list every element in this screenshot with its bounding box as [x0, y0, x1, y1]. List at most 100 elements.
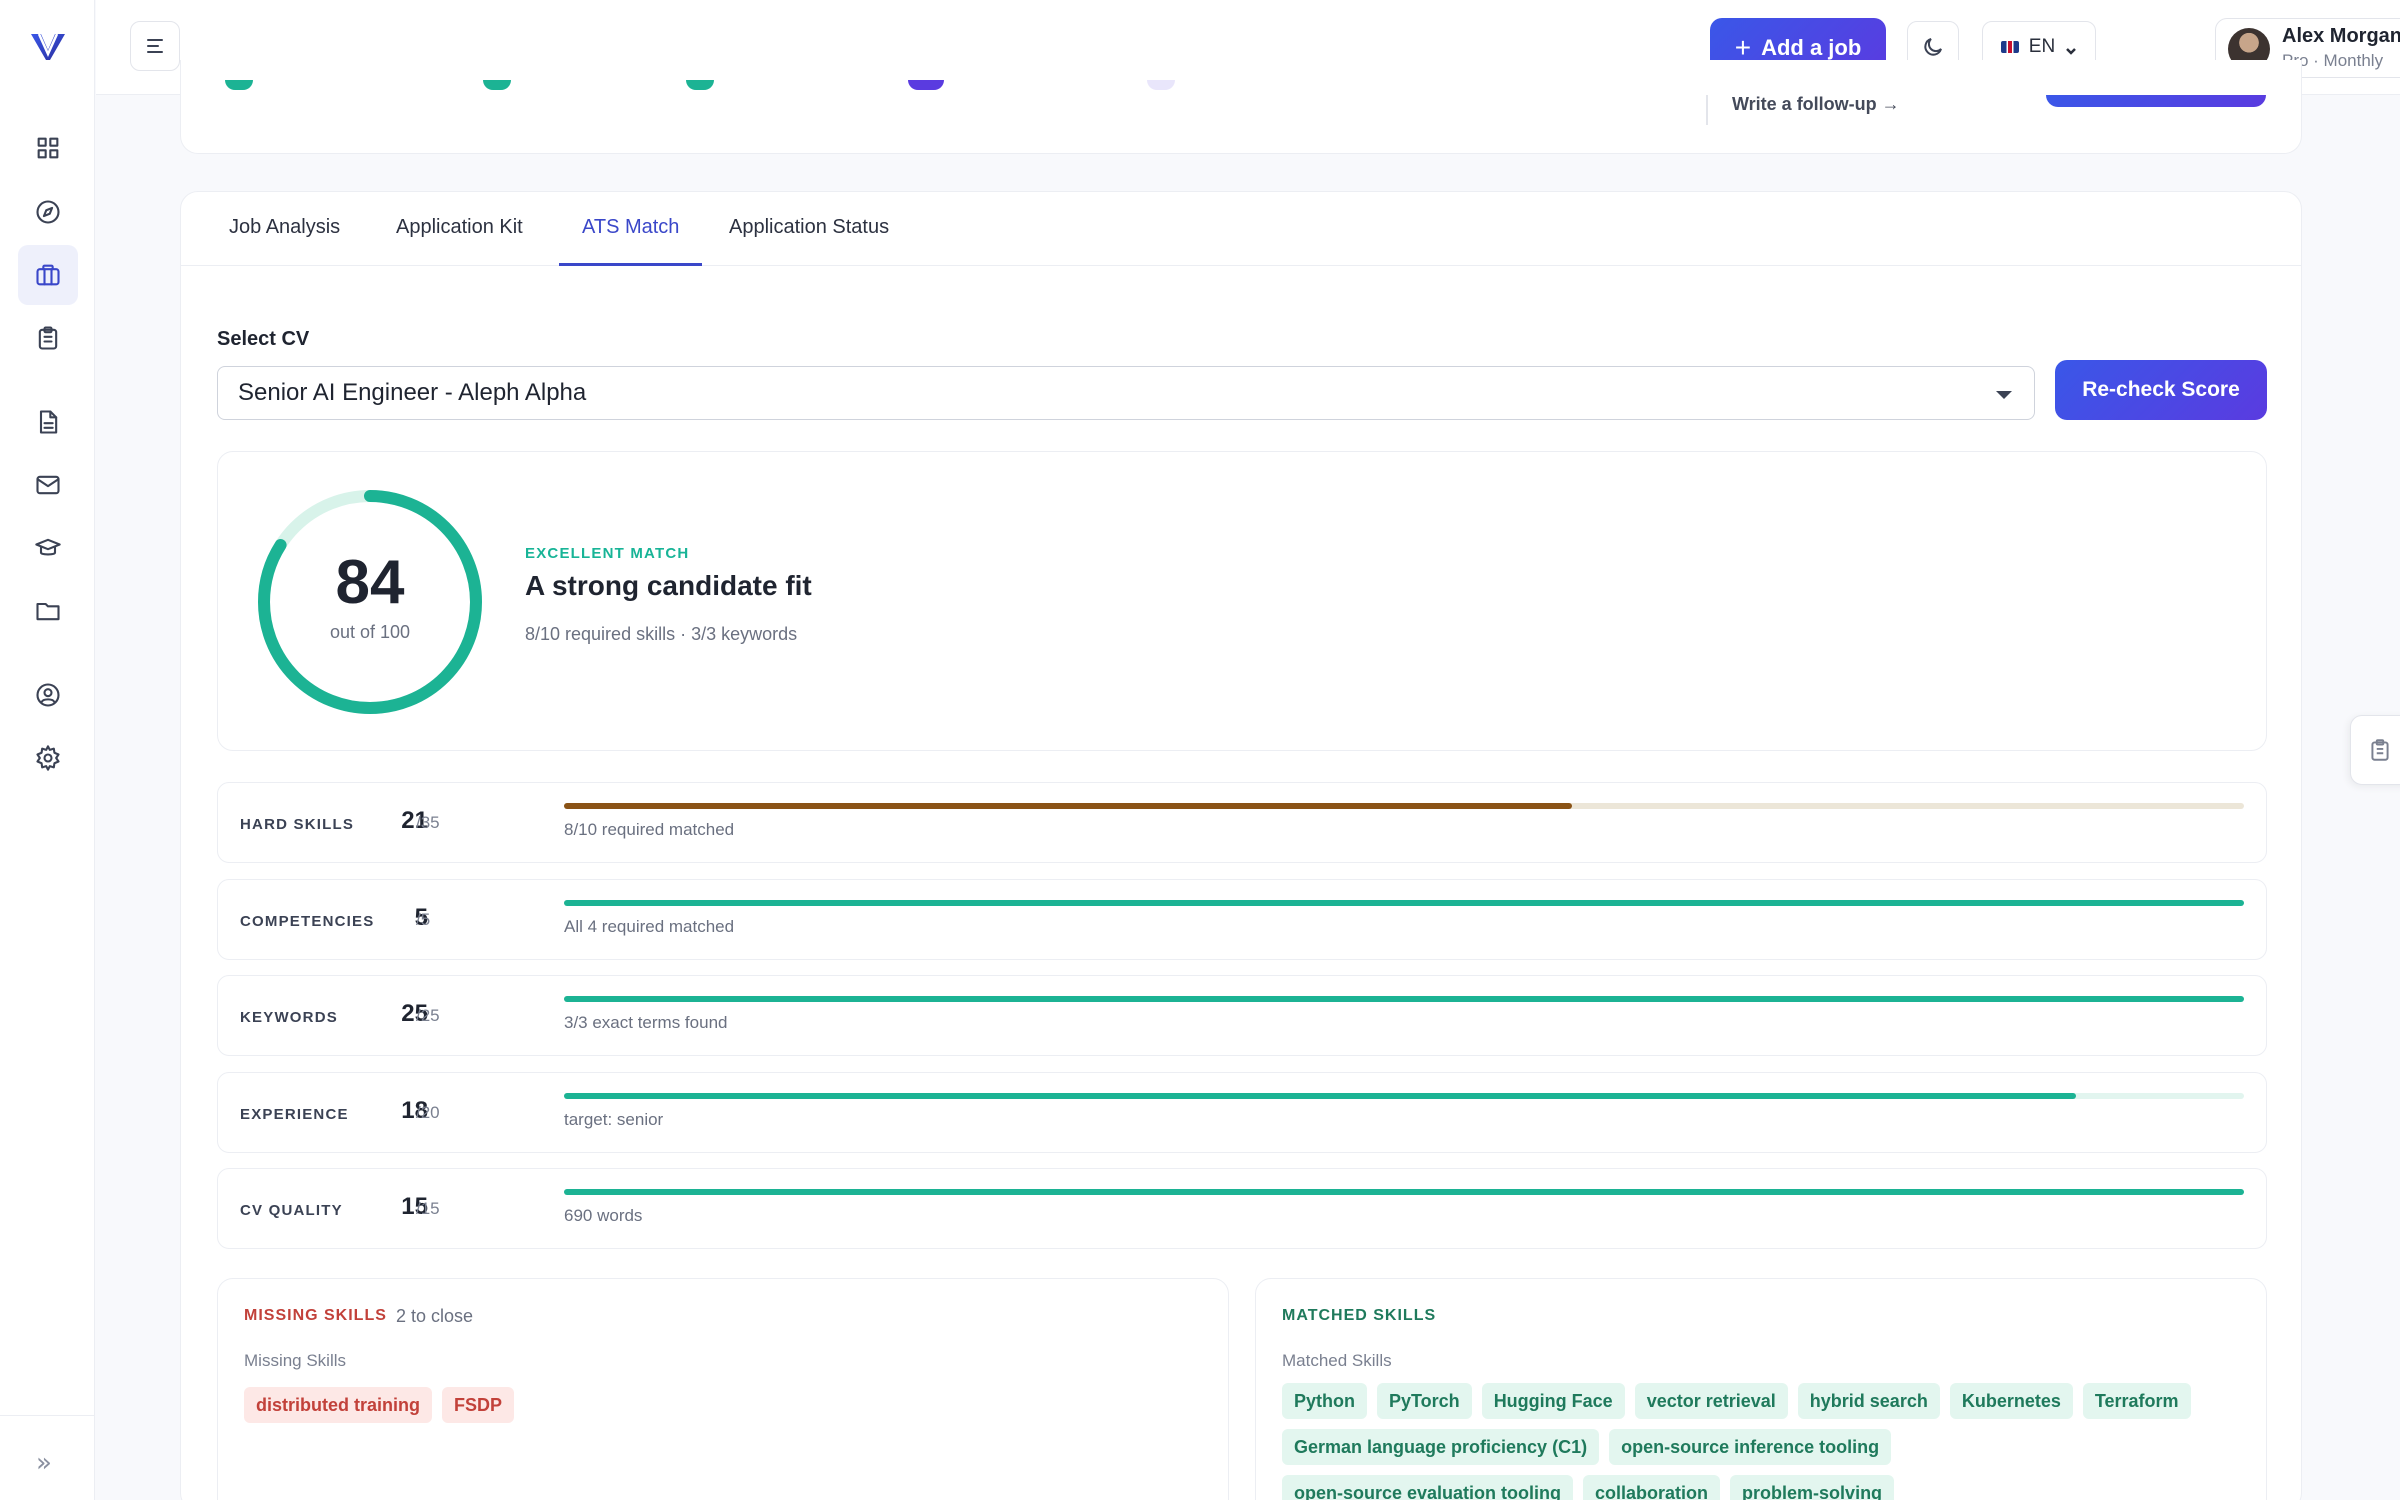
chevron-down-icon	[2065, 41, 2077, 55]
metric-note: 3/3 exact terms found	[564, 1013, 728, 1032]
skill-chip: distributed training	[244, 1387, 432, 1423]
progress-step-dot	[686, 80, 714, 90]
metric-row: HARD SKILLS 21/35 8/10 required matched	[217, 782, 2267, 863]
matched-chip-row: Python PyTorch Hugging Face vector retrieva…	[1282, 1383, 2191, 1419]
metric-row: CV QUALITY 15/15 690 words	[217, 1168, 2267, 1249]
metric-bar-track	[564, 996, 2244, 1002]
match-title: A strong candidate fit	[525, 570, 812, 601]
metric-bar-fill	[564, 803, 1572, 809]
missing-skills-heading: MISSING SKILLS	[244, 1307, 387, 1324]
skill-chip: German language proficiency (C1)	[1282, 1429, 1600, 1465]
moon-icon	[1924, 38, 1942, 56]
tab-application-status[interactable]: Application Status	[729, 216, 889, 266]
metric-note: 690 words	[564, 1206, 643, 1225]
metric-max: /5	[416, 910, 431, 929]
sidebar: »	[0, 0, 95, 1500]
settings-gear-icon[interactable]	[28, 738, 68, 778]
match-tag: EXCELLENT MATCH	[525, 545, 690, 562]
skill-chip: hybrid search	[1797, 1383, 1940, 1419]
matched-skills-card: MATCHED SKILLS Matched Skills Python PyTo…	[1255, 1278, 2267, 1500]
tab-job-analysis[interactable]: Job Analysis	[229, 216, 340, 266]
job-details-card: Job Analysis Application Kit ATS Match A…	[180, 191, 2302, 1500]
recheck-score-button[interactable]: Re-check Score	[2055, 360, 2267, 420]
metric-label: COMPETENCIES	[240, 913, 375, 930]
app-logo[interactable]	[28, 26, 68, 66]
sidebar-divider	[0, 1415, 95, 1416]
metric-bar-fill	[564, 900, 2244, 906]
metric-max: /20	[416, 1103, 440, 1122]
compass-icon[interactable]	[28, 192, 68, 232]
write-followup-link[interactable]: Write a follow-up →	[1732, 94, 1900, 115]
mail-icon[interactable]	[28, 465, 68, 505]
dashboard-icon[interactable]	[28, 128, 68, 168]
folder-icon[interactable]	[28, 591, 68, 631]
skill-chip: PyTorch	[1377, 1383, 1472, 1419]
skill-chip: Kubernetes	[1949, 1383, 2073, 1419]
progress-step-dot	[908, 80, 944, 90]
document-icon[interactable]	[28, 402, 68, 442]
metric-label: EXPERIENCE	[240, 1106, 349, 1123]
metric-label: KEYWORDS	[240, 1009, 338, 1026]
missing-skills-count: 2 to close	[396, 1306, 474, 1326]
score-out-of: out of 100	[329, 622, 411, 642]
metric-bar-fill	[564, 1189, 2244, 1195]
match-summary: 8/10 required skills · 3/3 keywords	[525, 624, 798, 644]
skill-chip: collaboration	[1583, 1475, 1721, 1500]
menu-icon	[147, 39, 163, 53]
briefcase-icon[interactable]	[18, 245, 78, 305]
metric-max: /35	[416, 813, 440, 832]
matched-skills-sublabel: Matched Skills	[1282, 1351, 1392, 1370]
divider	[1706, 95, 1708, 125]
progress-step-dot	[483, 80, 511, 90]
dropdown-caret-icon	[1996, 391, 2012, 399]
clipboard-icon	[2371, 739, 2389, 761]
metric-bar-track	[564, 900, 2244, 906]
metric-note: All 4 required matched	[564, 917, 735, 936]
menu-toggle-button[interactable]	[130, 21, 180, 71]
metric-bar-track	[564, 1093, 2244, 1099]
select-cv-label: Select CV	[217, 328, 310, 350]
metric-bar-fill	[564, 996, 2244, 1002]
metric-label: HARD SKILLS	[240, 816, 355, 833]
progress-card	[180, 60, 2302, 154]
metric-max: /15	[416, 1199, 440, 1218]
skill-chip: problem-solving	[1730, 1475, 1895, 1500]
metric-label: CV QUALITY	[240, 1202, 343, 1219]
metric-row: COMPETENCIES 5/5 All 4 required matched	[217, 879, 2267, 960]
language-label: EN	[2028, 36, 2056, 57]
skill-chip: Hugging Face	[1481, 1383, 1625, 1419]
user-name: Alex Morgan	[2282, 25, 2400, 47]
missing-skills-sublabel: Missing Skills	[244, 1351, 347, 1370]
metric-bar-track	[564, 1189, 2244, 1195]
score-panel: 84 out of 100 EXCELLENT MATCH A strong c…	[217, 451, 2267, 751]
metric-row: EXPERIENCE 18/20 target: senior	[217, 1072, 2267, 1153]
metric-max: /25	[416, 1006, 440, 1025]
missing-chip-row: distributed training FSDP	[244, 1387, 515, 1423]
graduation-cap-icon[interactable]	[28, 528, 68, 568]
metric-row: KEYWORDS 25/25 3/3 exact terms found	[217, 975, 2267, 1056]
cv-select[interactable]: Senior AI Engineer - Aleph Alpha	[217, 366, 2035, 420]
clipboard-icon[interactable]	[28, 318, 68, 358]
upper-action-button[interactable]	[2046, 95, 2266, 107]
skill-chip: Python	[1282, 1383, 1367, 1419]
matched-chip-row: German language proficiency (C1) open-sou…	[1282, 1429, 1892, 1465]
score-value: 84	[335, 548, 405, 617]
expand-sidebar-icon[interactable]: »	[36, 1448, 52, 1478]
matched-skills-heading: MATCHED SKILLS	[1282, 1307, 1437, 1324]
metric-bar-fill	[564, 1093, 2076, 1099]
tab-application-kit[interactable]: Application Kit	[396, 216, 523, 266]
uk-flag-icon	[2000, 41, 2019, 53]
plus-icon: +	[1734, 32, 1752, 63]
skill-chip: open-source evaluation tooling	[1282, 1475, 1574, 1500]
tab-bar: Job Analysis Application Kit ATS Match A…	[181, 192, 2301, 266]
cv-select-value: Senior AI Engineer - Aleph Alpha	[238, 379, 587, 406]
side-panel-tab[interactable]	[2350, 715, 2400, 785]
add-job-label: Add a job	[1761, 35, 1862, 60]
user-circle-icon[interactable]	[28, 675, 68, 715]
skill-chip: FSDP	[442, 1387, 515, 1423]
tab-ats-match[interactable]: ATS Match	[559, 216, 703, 266]
metric-note: target: senior	[564, 1110, 664, 1129]
metric-bar-track	[564, 803, 2244, 809]
skill-chip: open-source inference tooling	[1609, 1429, 1892, 1465]
missing-skills-card: MISSING SKILLS 2 to close Missing Skills…	[217, 1278, 1229, 1500]
